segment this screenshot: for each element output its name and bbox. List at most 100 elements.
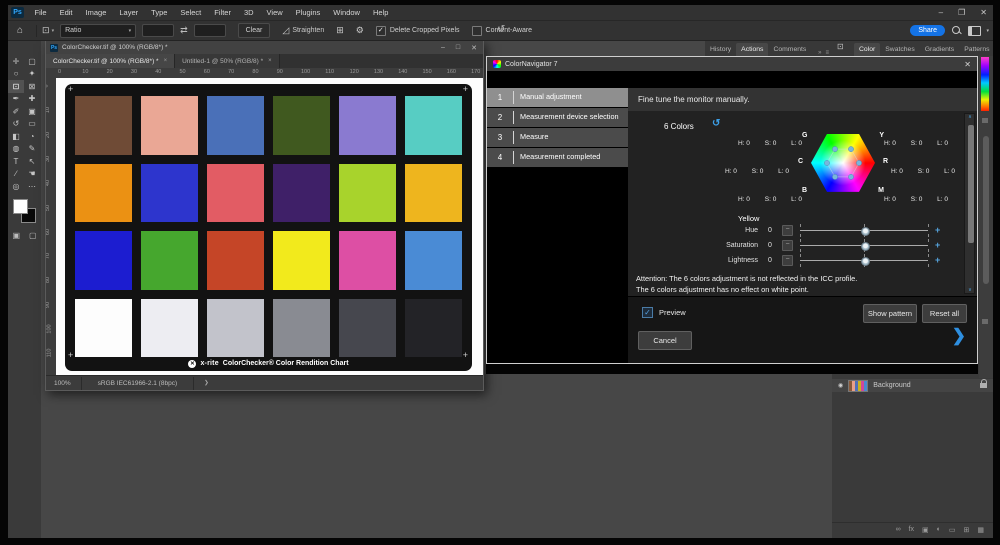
tab-patterns[interactable]: Patterns xyxy=(959,43,993,56)
slider-handle[interactable] xyxy=(860,226,870,236)
menu-3d[interactable]: 3D xyxy=(237,5,260,20)
close-icon[interactable]: ✕ xyxy=(964,60,971,69)
wizard-step-1[interactable]: 1 Manual adjustment xyxy=(487,88,628,107)
ratio-select[interactable]: Ratio ▾ xyxy=(60,23,137,38)
wizard-step-4[interactable]: 4 Measurement completed xyxy=(487,148,628,167)
slider-track[interactable] xyxy=(800,253,929,267)
menu-help[interactable]: Help xyxy=(366,5,394,20)
layer-row-background[interactable]: ◉ Background xyxy=(832,379,993,392)
tab-swatches[interactable]: Swatches xyxy=(880,43,919,56)
status-chevron-icon[interactable]: ❯ xyxy=(204,380,209,386)
menu-layer[interactable]: Layer xyxy=(113,5,145,20)
zoom-level[interactable]: 100% xyxy=(54,380,71,387)
close-tab-icon[interactable]: × xyxy=(268,58,272,64)
crop-width-input[interactable] xyxy=(142,24,175,37)
shape-tool-icon[interactable]: ∕ xyxy=(8,168,24,181)
dodge-tool-icon[interactable]: ◍ xyxy=(8,143,24,156)
reset-icon[interactable]: ↺ xyxy=(712,118,720,129)
clone-stamp-tool-icon[interactable]: ▣ xyxy=(24,105,40,118)
straighten-label[interactable]: Straighten xyxy=(292,27,324,34)
menu-image[interactable]: Image xyxy=(79,5,113,20)
minus-button[interactable]: − xyxy=(782,224,793,236)
link-layers-icon[interactable]: ∞ xyxy=(896,526,901,533)
history-brush-tool-icon[interactable]: ↺ xyxy=(8,118,24,131)
hexagon-control-points[interactable] xyxy=(811,134,875,192)
minus-button[interactable]: − xyxy=(782,239,793,251)
swap-dimensions-icon[interactable]: ⇄ xyxy=(180,25,188,36)
menu-edit[interactable]: Edit xyxy=(53,5,79,20)
type-tool-icon[interactable]: T xyxy=(8,155,24,168)
minimize-icon[interactable]: – xyxy=(939,8,943,17)
plus-button[interactable]: + xyxy=(935,255,940,265)
crop-tool-icon[interactable]: ⊡ xyxy=(8,80,24,93)
quick-selection-tool-icon[interactable]: ✦ xyxy=(24,68,40,81)
tab-comments[interactable]: Comments xyxy=(768,43,811,56)
scrollbar-thumb[interactable] xyxy=(967,124,974,243)
home-icon[interactable]: ⌂ xyxy=(17,25,23,36)
brush-tool-icon[interactable]: ✐ xyxy=(8,105,24,118)
document-tab[interactable]: Untitled-1 @ 50% (RGB/8) * × xyxy=(175,54,280,68)
delete-layer-icon[interactable]: ▦ xyxy=(977,526,984,534)
menu-file[interactable]: File xyxy=(28,5,53,20)
next-step-arrow[interactable]: ❯ xyxy=(952,326,966,346)
lasso-tool-icon[interactable]: ○ xyxy=(8,68,24,81)
healing-brush-tool-icon[interactable]: ✚ xyxy=(24,93,40,106)
undo-icon[interactable]: ↺ xyxy=(497,24,505,35)
plus-button[interactable]: + xyxy=(935,225,940,235)
plus-button[interactable]: + xyxy=(935,240,940,250)
move-tool-icon[interactable]: ✛ xyxy=(8,55,24,68)
share-button[interactable]: Share xyxy=(910,24,945,36)
gradient-tool-icon[interactable]: ◧ xyxy=(8,130,24,143)
collapsed-panel-icon[interactable]: ⊡ xyxy=(837,42,844,51)
crop-overlay-icon[interactable]: ⊞ xyxy=(336,25,344,36)
tab-color[interactable]: Color xyxy=(854,43,881,56)
new-layer-icon[interactable]: ⊞ xyxy=(964,526,970,534)
quick-mask-icon[interactable]: ▣ xyxy=(12,231,20,240)
slider-handle[interactable] xyxy=(860,241,870,251)
edit-toolbar-tool-icon[interactable]: ⋯ xyxy=(24,180,40,193)
layer-mask-icon[interactable]: ▣ xyxy=(922,526,929,534)
visibility-eye-icon[interactable]: ◉ xyxy=(838,382,843,389)
hue-ramp[interactable] xyxy=(981,57,989,111)
hand-tool-icon[interactable]: ☚ xyxy=(24,168,40,181)
screen-mode-icon[interactable]: ▢ xyxy=(29,231,37,240)
restore-icon[interactable]: ❐ xyxy=(958,8,965,17)
crop-height-input[interactable] xyxy=(193,24,226,37)
wizard-step-2[interactable]: 2 Measurement device selection xyxy=(487,108,628,127)
eyedropper-tool-icon[interactable]: ✒ xyxy=(8,93,24,106)
menu-window[interactable]: Window xyxy=(327,5,367,20)
adjustment-layer-icon[interactable]: ◐ xyxy=(937,526,941,533)
menu-filter[interactable]: Filter xyxy=(208,5,238,20)
marquee-tool-icon[interactable]: ▢ xyxy=(24,55,40,68)
slider-track[interactable] xyxy=(800,223,929,237)
canvas[interactable]: + + + + ✕ x-rite ColorChecker® Color Ren… xyxy=(56,78,483,376)
document-window-titlebar[interactable]: Ps ColorChecker.tif @ 100% (RGB/8*) * – … xyxy=(46,41,483,54)
delete-cropped-pixels-checkbox[interactable]: ✓ Delete Cropped Pixels xyxy=(375,25,460,36)
straighten-icon[interactable]: ◿ xyxy=(282,25,289,36)
clear-button[interactable]: Clear xyxy=(237,23,271,38)
wizard-step-3[interactable]: 3 Measure xyxy=(487,128,628,147)
eraser-tool-icon[interactable]: ▭ xyxy=(24,118,40,131)
menu-plugins[interactable]: Plugins xyxy=(289,5,327,20)
minus-button[interactable]: − xyxy=(782,254,793,266)
path-selection-tool-icon[interactable]: ↖ xyxy=(24,155,40,168)
close-icon[interactable]: ✕ xyxy=(980,8,987,17)
menu-type[interactable]: Type xyxy=(145,5,174,20)
blur-tool-icon[interactable]: ◔ xyxy=(24,130,40,143)
cancel-button[interactable]: Cancel xyxy=(638,331,692,351)
crop-tool-icon[interactable]: ⊡ xyxy=(42,25,50,36)
layer-thumbnail[interactable] xyxy=(848,379,869,392)
show-pattern-button[interactable]: Show pattern xyxy=(863,304,917,324)
layer-effects-icon[interactable]: fx xyxy=(909,526,914,533)
close-tab-icon[interactable]: × xyxy=(164,58,168,64)
scrollbar[interactable] xyxy=(983,136,989,284)
tab-gradients[interactable]: Gradients xyxy=(920,43,959,56)
zoom-tool-icon[interactable]: ◎ xyxy=(8,180,24,193)
foreground-color-swatch[interactable] xyxy=(13,199,28,214)
document-tab[interactable]: ColorChecker.tif @ 100% (RGB/8*) * × xyxy=(46,54,176,68)
menu-view[interactable]: View xyxy=(260,5,289,20)
scroll-up-icon[interactable]: ∧ xyxy=(966,114,974,120)
menu-select[interactable]: Select xyxy=(174,5,208,20)
dialog-titlebar[interactable]: ColorNavigator 7 ✕ xyxy=(487,57,977,71)
tab-history[interactable]: History xyxy=(705,43,736,56)
